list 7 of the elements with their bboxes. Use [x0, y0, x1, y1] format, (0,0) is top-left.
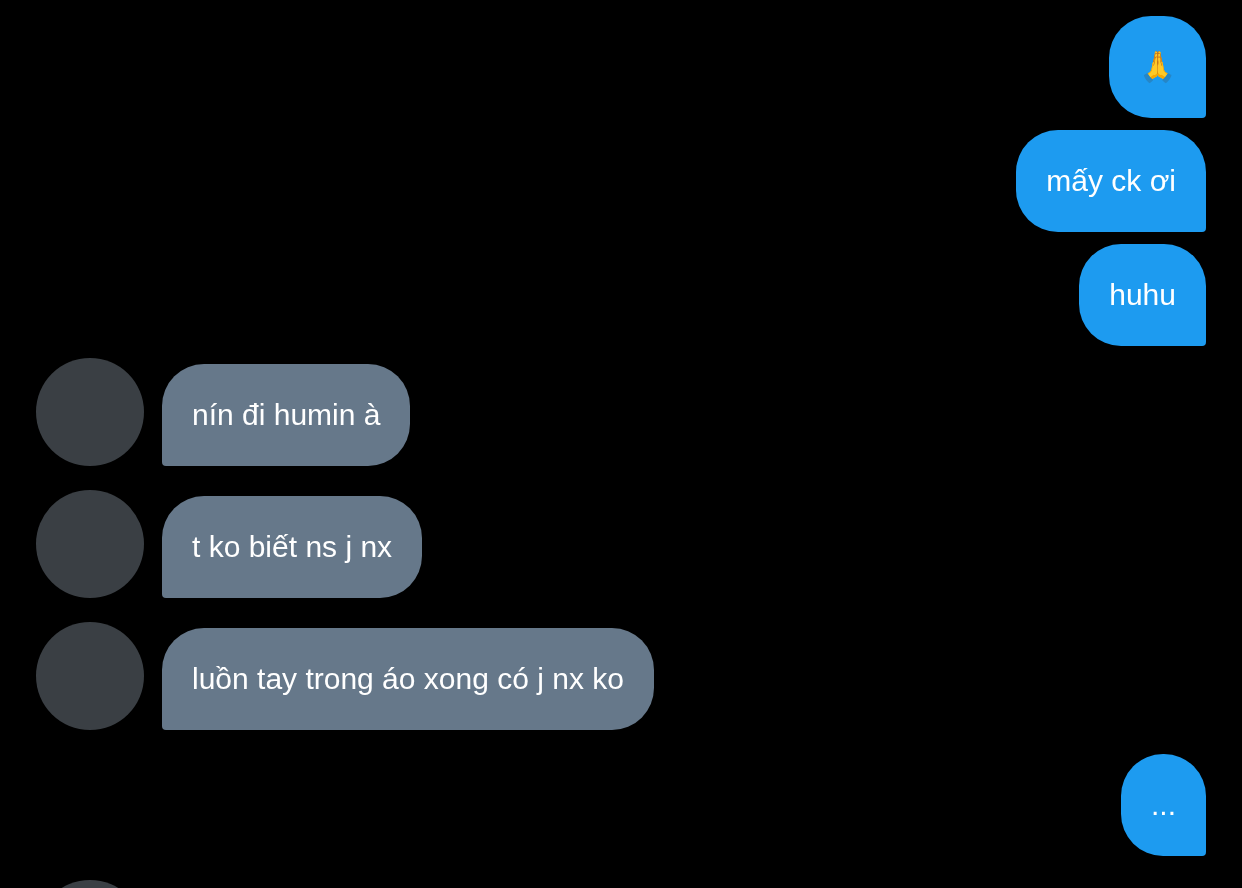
received-message-bubble: nín đi humin à	[162, 364, 411, 466]
sent-message-bubble: mấy ck ơi	[1016, 130, 1206, 232]
sent-message-bubble: huhu	[1079, 244, 1206, 346]
sent-message-bubble: 🙏	[1109, 16, 1206, 118]
sent-message-bubble: ...	[1121, 754, 1206, 856]
received-message-bubble: luồn tay trong áo xong có j nx ko	[162, 628, 654, 730]
received-message-bubble: t ko biết ns j nx	[162, 496, 423, 598]
